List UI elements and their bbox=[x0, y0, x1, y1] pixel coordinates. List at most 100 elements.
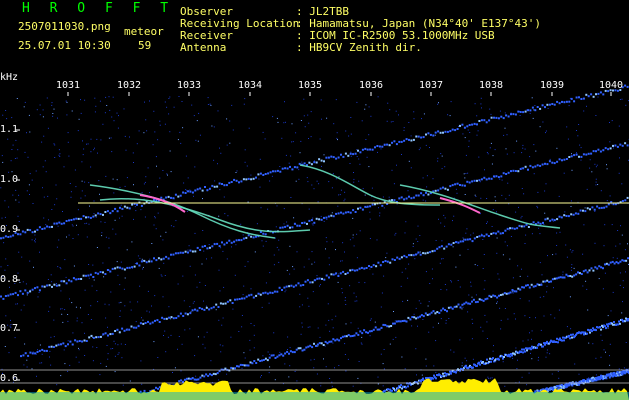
noise-dot bbox=[144, 181, 146, 183]
drift-trace-dot bbox=[158, 321, 161, 323]
noise-dot bbox=[578, 373, 580, 375]
noise-dot bbox=[373, 199, 375, 201]
noise-dot bbox=[557, 370, 559, 372]
noise-dot bbox=[582, 285, 584, 287]
noise-dot bbox=[157, 212, 159, 214]
noise-dot bbox=[67, 340, 69, 342]
drift-trace-dot bbox=[55, 344, 58, 347]
noise-dot bbox=[579, 144, 581, 146]
noise-dot bbox=[382, 385, 384, 387]
time-tick-label: 1032 bbox=[117, 80, 142, 91]
noise-dot bbox=[444, 284, 446, 285]
noise-dot bbox=[504, 308, 506, 309]
noise-dot bbox=[52, 115, 54, 117]
noise-dot bbox=[61, 308, 63, 310]
drift-trace-dot bbox=[561, 100, 563, 103]
noise-dot bbox=[292, 141, 294, 143]
drift-trace-dot bbox=[153, 257, 155, 260]
drift-trace-dot bbox=[584, 269, 587, 272]
noise-dot bbox=[193, 115, 195, 117]
drift-trace-dot bbox=[556, 100, 559, 103]
noise-dot bbox=[601, 339, 603, 341]
drift-trace-dot bbox=[94, 214, 97, 217]
noise-dot bbox=[67, 132, 69, 134]
noise-dot bbox=[194, 166, 196, 168]
drift-trace-dot bbox=[363, 329, 366, 332]
drift-trace-dot bbox=[398, 140, 401, 143]
noise-dot bbox=[519, 275, 521, 277]
drift-trace-dot bbox=[607, 325, 609, 328]
noise-dot bbox=[464, 177, 466, 179]
noise-dot bbox=[193, 301, 195, 303]
drift-trace-dot bbox=[245, 178, 248, 181]
drift-trace-dot bbox=[307, 345, 310, 348]
drift-trace-dot bbox=[206, 247, 209, 250]
drift-trace-dot bbox=[211, 245, 214, 248]
noise-dot bbox=[56, 283, 57, 284]
noise-dot bbox=[34, 241, 36, 243]
noise-dot bbox=[149, 100, 150, 102]
noise-dot bbox=[133, 218, 134, 220]
noise-dot bbox=[362, 188, 364, 190]
drift-trace-dot bbox=[189, 377, 192, 380]
drift-trace-dot bbox=[163, 317, 166, 320]
noise-dot bbox=[106, 105, 108, 106]
drift-trace-dot bbox=[186, 313, 189, 316]
drift-trace-dot bbox=[614, 144, 617, 147]
drift-trace-dot bbox=[268, 356, 271, 359]
noise-dot bbox=[276, 117, 278, 119]
noise-dot bbox=[286, 269, 288, 271]
noise-dot bbox=[376, 239, 378, 241]
drift-trace-dot bbox=[594, 266, 597, 269]
noise-dot bbox=[518, 206, 519, 208]
noise-dot bbox=[110, 348, 112, 350]
drift-trace-dot bbox=[320, 342, 323, 345]
drift-trace-dot bbox=[145, 261, 148, 264]
noise-dot bbox=[80, 197, 82, 199]
noise-dot bbox=[226, 373, 228, 375]
noise-dot bbox=[223, 196, 225, 198]
drift-trace-dot bbox=[422, 252, 425, 255]
drift-trace-dot bbox=[370, 330, 373, 333]
noise-dot bbox=[552, 254, 554, 256]
drift-trace-dot bbox=[393, 199, 396, 202]
noise-dot bbox=[369, 218, 371, 220]
drift-trace-dot bbox=[531, 166, 534, 169]
drift-trace-dot bbox=[135, 326, 138, 329]
drift-trace-dot bbox=[388, 325, 391, 328]
noise-dot bbox=[141, 317, 142, 319]
noise-dot bbox=[516, 368, 518, 370]
drift-trace-dot bbox=[617, 262, 620, 265]
noise-dot bbox=[440, 222, 442, 224]
drift-trace-dot bbox=[357, 333, 360, 336]
noise-dot bbox=[12, 144, 14, 146]
drift-trace-dot bbox=[281, 226, 284, 229]
drift-trace-dot bbox=[121, 207, 124, 210]
drift-trace-dot bbox=[400, 196, 403, 199]
noise-dot bbox=[37, 296, 39, 298]
noise-dot bbox=[621, 98, 623, 100]
noise-dot bbox=[368, 166, 370, 168]
noise-dot bbox=[160, 274, 162, 276]
noise-dot bbox=[84, 332, 85, 334]
noise-dot bbox=[95, 105, 97, 107]
noise-dot bbox=[117, 353, 119, 355]
drift-trace-dot bbox=[295, 348, 298, 351]
drift-trace-dot bbox=[523, 225, 526, 228]
drift-trace-dot bbox=[109, 212, 112, 215]
noise-dot bbox=[577, 135, 579, 137]
drift-trace-dot bbox=[215, 303, 218, 306]
noise-dot bbox=[17, 149, 19, 151]
noise-dot bbox=[299, 306, 301, 308]
drift-trace-dot bbox=[216, 242, 219, 245]
drift-trace-dot bbox=[415, 253, 417, 256]
drift-trace-dot bbox=[280, 353, 283, 356]
drift-trace-dot bbox=[247, 177, 250, 180]
noise-dot bbox=[358, 180, 360, 182]
noise-dot bbox=[407, 299, 409, 301]
drift-trace-dot bbox=[504, 229, 507, 232]
drift-trace-dot bbox=[496, 296, 499, 299]
noise-dot bbox=[285, 154, 287, 156]
noise-dot bbox=[185, 189, 187, 190]
noise-dot bbox=[432, 178, 434, 180]
